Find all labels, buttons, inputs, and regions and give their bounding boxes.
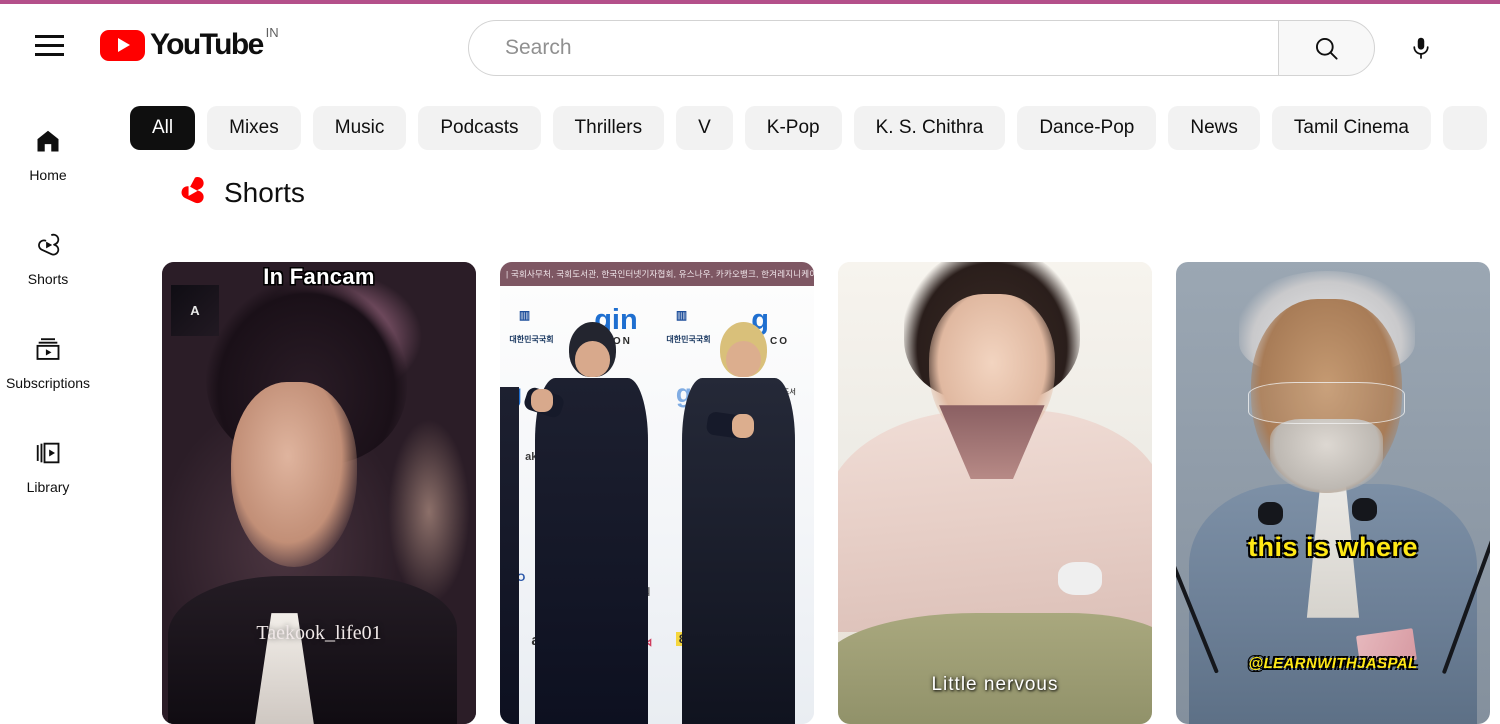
chip-thrillers[interactable]: Thrillers	[552, 106, 665, 150]
hamburger-line	[34, 43, 64, 47]
short-card[interactable]: Little nervous	[838, 262, 1152, 724]
sidebar-item-shorts[interactable]: Shorts	[0, 212, 96, 316]
short-card[interactable]: A In Fancam Taekook_life01	[162, 262, 476, 724]
sidebar-label-shorts: Shorts	[27, 271, 69, 287]
youtube-logo-text: YouTube	[150, 28, 264, 61]
sidebar-label-home: Home	[29, 167, 67, 183]
sidebar-item-library[interactable]: Library	[0, 420, 96, 524]
sponsor-kr-label: 대한민국국회	[509, 334, 554, 344]
short-thumbnail-image	[838, 262, 1152, 724]
thumbnail-badge: A	[171, 285, 219, 336]
sidebar-item-subscriptions[interactable]: Subscriptions	[0, 316, 96, 420]
sidebar-item-home[interactable]: Home	[0, 108, 96, 212]
short-caption-handle: @LEARNWITHJASPAL	[1248, 654, 1418, 672]
library-icon	[34, 436, 62, 470]
chip-dance-pop[interactable]: Dance-Pop	[1017, 106, 1157, 150]
short-watermark: Taekook_life01	[256, 622, 382, 645]
filter-chip-bar[interactable]: All Mixes Music Podcasts Thrillers V K-P…	[130, 106, 1500, 150]
chip-podcasts[interactable]: Podcasts	[418, 106, 541, 150]
search-input-wrapper[interactable]	[468, 20, 1278, 76]
shorts-section-title: Shorts	[224, 177, 305, 208]
chip-overflow-partial[interactable]	[1442, 106, 1487, 150]
sidebar-label-subscriptions: Subscriptions	[5, 375, 91, 391]
short-card[interactable]: ▥ 대한민국국회 gin CON ▥ 대한민국국회 g CO g g 국회도서 …	[500, 262, 814, 724]
shorts-section-header: Shorts	[176, 176, 305, 210]
sidebar-label-library: Library	[26, 479, 70, 495]
short-thumbnail-image: ▥ 대한민국국회 gin CON ▥ 대한민국국회 g CO g g 국회도서 …	[500, 262, 814, 724]
logo-country-code: IN	[265, 25, 279, 40]
short-overlay-title: In Fancam	[263, 264, 375, 289]
hamburger-line	[34, 34, 64, 38]
search-input[interactable]	[505, 21, 1278, 75]
hamburger-line	[34, 52, 64, 56]
chip-k-pop[interactable]: K-Pop	[744, 106, 842, 150]
subscriptions-icon	[34, 332, 62, 366]
mini-sidebar: Home Shorts Subscriptions Library	[0, 100, 96, 724]
search-button[interactable]	[1278, 20, 1375, 76]
chip-mixes[interactable]: Mixes	[207, 106, 301, 150]
chip-music[interactable]: Music	[312, 106, 407, 150]
chip-news[interactable]: News	[1168, 106, 1260, 150]
short-banner-text: | 국회사무처, 국회도서관, 한국인터넷기자협회, 유스나우, 카카오뱅크, …	[500, 262, 814, 287]
shorts-icon	[34, 228, 62, 262]
shorts-grid: A In Fancam Taekook_life01 ▥ 대한민국국회 gin …	[162, 262, 1500, 724]
short-caption: Little nervous	[931, 674, 1059, 696]
masthead: YouTube IN	[0, 4, 1500, 88]
short-caption-main: this is where	[1247, 532, 1419, 563]
search-area	[468, 20, 1449, 76]
chip-v[interactable]: V	[676, 106, 733, 150]
hamburger-menu-icon[interactable]	[30, 26, 68, 64]
search-icon	[1315, 37, 1338, 60]
short-thumbnail-image: A	[162, 262, 476, 724]
home-icon	[34, 124, 62, 158]
shorts-logo-icon	[176, 176, 206, 210]
short-card[interactable]: this is where @LEARNWITHJASPAL	[1176, 262, 1490, 724]
microphone-icon	[1413, 37, 1429, 59]
youtube-logo[interactable]: YouTube IN	[100, 24, 279, 66]
chip-tamil-cinema[interactable]: Tamil Cinema	[1271, 106, 1431, 150]
youtube-play-icon	[100, 29, 145, 61]
chip-all[interactable]: All	[130, 106, 196, 150]
voice-search-button[interactable]	[1393, 20, 1449, 76]
chip-k-s-chithra[interactable]: K. S. Chithra	[853, 106, 1006, 150]
